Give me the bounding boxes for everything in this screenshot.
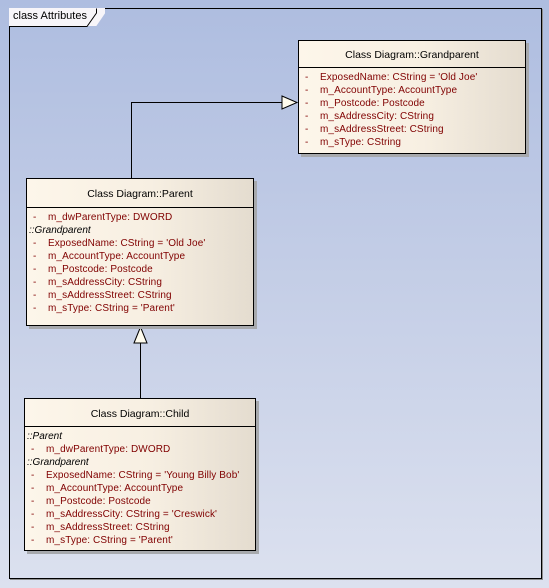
- visibility-private-marker: -: [305, 137, 309, 148]
- attribute-row[interactable]: - m_AccountType: AccountType: [27, 250, 253, 263]
- visibility-private-marker: -: [31, 509, 35, 520]
- attribute-row[interactable]: - m_dwParentType: DWORD: [27, 211, 253, 224]
- attribute-row[interactable]: - m_AccountType: AccountType: [299, 84, 525, 97]
- inherited-group-label[interactable]: ::Grandparent: [25, 456, 255, 469]
- attribute-row[interactable]: - ExposedName: CString = 'Young Billy Bob…: [25, 469, 255, 482]
- attribute-text: m_sAddressStreet: CString: [320, 124, 444, 135]
- attribute-row[interactable]: - m_AccountType: AccountType: [25, 482, 255, 495]
- visibility-private-marker: -: [33, 277, 37, 288]
- attribute-text: m_Postcode: Postcode: [48, 264, 153, 275]
- visibility-private-marker: -: [31, 470, 35, 481]
- attribute-row[interactable]: - m_Postcode: Postcode: [25, 495, 255, 508]
- attribute-text: m_sAddressCity: CString: [48, 277, 162, 288]
- attribute-text: ExposedName: CString = 'Old Joe': [320, 72, 478, 83]
- attribute-text: m_AccountType: AccountType: [46, 483, 184, 494]
- class-name: Class Diagram::Child: [25, 399, 255, 427]
- attribute-row[interactable]: - m_sAddressStreet: CString: [299, 123, 525, 136]
- attribute-row[interactable]: - m_sAddressCity: CString: [299, 110, 525, 123]
- attribute-text: m_sType: CString = 'Parent': [48, 303, 175, 314]
- attribute-row[interactable]: - m_sAddressStreet: CString: [27, 289, 253, 302]
- visibility-private-marker: -: [33, 212, 37, 223]
- attribute-text: m_AccountType: AccountType: [48, 251, 186, 262]
- attribute-text: m_sAddressStreet: CString: [48, 290, 172, 301]
- visibility-private-marker: -: [31, 444, 35, 455]
- attribute-row[interactable]: - m_sType: CString: [299, 136, 525, 149]
- visibility-private-marker: -: [33, 303, 37, 314]
- generalization-arrowhead-grandparent: [281, 95, 299, 110]
- attribute-row[interactable]: - m_sType: CString = 'Parent': [27, 302, 253, 315]
- attribute-row[interactable]: - m_sAddressStreet: CString: [25, 521, 255, 534]
- visibility-private-marker: -: [33, 264, 37, 275]
- attribute-text: ExposedName: CString = 'Young Billy Bob': [46, 470, 240, 481]
- generalization-parent-to-grandparent[interactable]: [131, 102, 283, 179]
- attribute-row[interactable]: - m_Postcode: Postcode: [299, 97, 525, 110]
- attribute-compartment: - m_dwParentType: DWORD::Grandparent - Expo…: [27, 208, 253, 315]
- class-name: Class Diagram::Parent: [27, 179, 253, 208]
- attribute-compartment: ::Parent - m_dwParentType: DWORD::Grandpar…: [25, 427, 255, 547]
- visibility-private-marker: -: [33, 238, 37, 249]
- attribute-row[interactable]: - ExposedName: CString = 'Old Joe': [299, 71, 525, 84]
- visibility-private-marker: -: [31, 522, 35, 533]
- attribute-row[interactable]: - m_dwParentType: DWORD: [25, 443, 255, 456]
- visibility-private-marker: -: [305, 98, 309, 109]
- class-name: Class Diagram::Grandparent: [299, 41, 525, 68]
- attribute-row[interactable]: - m_sType: CString = 'Parent': [25, 534, 255, 547]
- visibility-private-marker: -: [305, 111, 309, 122]
- visibility-private-marker: -: [305, 124, 309, 135]
- inherited-group-label[interactable]: ::Parent: [25, 430, 255, 443]
- attribute-text: m_dwParentType: DWORD: [48, 212, 173, 223]
- attribute-row[interactable]: - m_sAddressCity: CString = 'Creswick': [25, 508, 255, 521]
- class-grandparent[interactable]: Class Diagram::Grandparent - ExposedName:…: [298, 40, 526, 154]
- generalization-arrowhead-parent: [133, 325, 148, 344]
- visibility-private-marker: -: [31, 535, 35, 546]
- attribute-text: m_sType: CString: [320, 137, 402, 148]
- attribute-text: m_AccountType: AccountType: [320, 85, 458, 96]
- visibility-private-marker: -: [33, 251, 37, 262]
- attribute-text: ExposedName: CString = 'Old Joe': [48, 238, 206, 249]
- visibility-private-marker: -: [31, 496, 35, 507]
- attribute-text: m_Postcode: Postcode: [46, 496, 151, 507]
- attribute-text: m_sAddressCity: CString: [320, 111, 434, 122]
- attribute-text: m_Postcode: Postcode: [320, 98, 425, 109]
- attribute-text: m_sAddressStreet: CString: [46, 522, 170, 533]
- attribute-text: m_sAddressCity: CString = 'Creswick': [46, 509, 218, 520]
- visibility-private-marker: -: [305, 72, 309, 83]
- visibility-private-marker: -: [33, 290, 37, 301]
- visibility-private-marker: -: [305, 85, 309, 96]
- attribute-row[interactable]: - m_Postcode: Postcode: [27, 263, 253, 276]
- attribute-text: m_sType: CString = 'Parent': [46, 535, 173, 546]
- attribute-row[interactable]: - m_sAddressCity: CString: [27, 276, 253, 289]
- attribute-compartment: - ExposedName: CString = 'Old Joe' - m_Acco…: [299, 68, 525, 149]
- class-parent[interactable]: Class Diagram::Parent - m_dwParentType: D…: [26, 178, 254, 326]
- inherited-group-label[interactable]: ::Grandparent: [27, 224, 253, 237]
- attribute-text: m_dwParentType: DWORD: [46, 444, 171, 455]
- class-child[interactable]: Class Diagram::Child ::Parent - m_dwParent…: [24, 398, 256, 551]
- visibility-private-marker: -: [31, 483, 35, 494]
- attribute-row[interactable]: - ExposedName: CString = 'Old Joe': [27, 237, 253, 250]
